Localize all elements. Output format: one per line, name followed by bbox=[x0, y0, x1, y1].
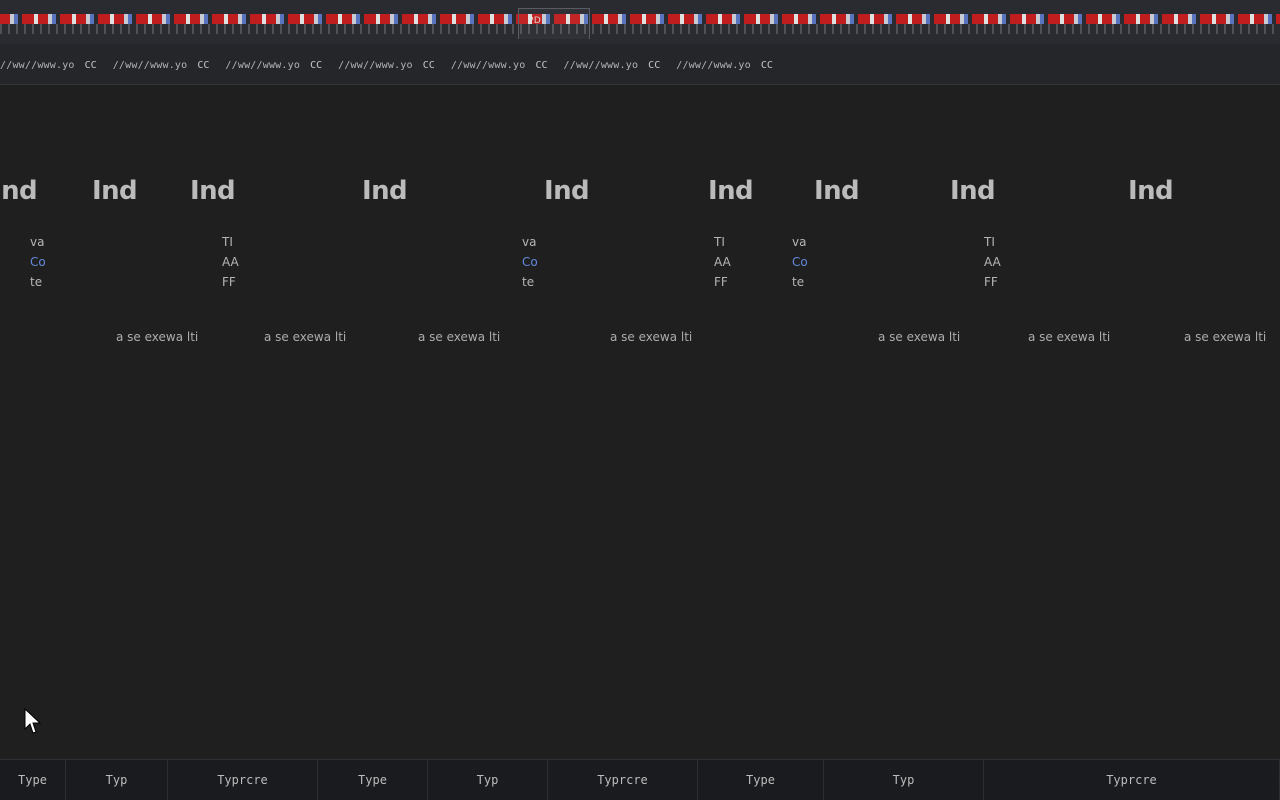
mouse-pointer-icon bbox=[24, 708, 42, 734]
ghost-line-blue: Co bbox=[792, 255, 808, 269]
ghost-line-blue: Co bbox=[30, 255, 46, 269]
ghost-heading: Ind bbox=[814, 176, 860, 206]
ghost-heading: Ind bbox=[0, 176, 38, 206]
taskbar-item[interactable]: Typ bbox=[428, 760, 548, 800]
ghost-lines: va Co te TI AA FF va Co te TI AA FF va C… bbox=[0, 232, 1280, 312]
ghost-col: TI AA FF bbox=[984, 232, 1001, 292]
ghost-col: va Co te bbox=[30, 232, 46, 292]
ghost-bottom-text: a se exewa lti bbox=[116, 330, 199, 344]
ghost-line: FF bbox=[222, 275, 236, 289]
taskbar-item[interactable]: Typrcre bbox=[168, 760, 318, 800]
tab-strip-pattern bbox=[0, 14, 1280, 24]
ghost-col: va Co te bbox=[792, 232, 808, 292]
url-repeat-row: //ww//www.yo CC //ww//www.yo CC //ww//ww… bbox=[0, 56, 773, 74]
ghost-col: TI AA FF bbox=[714, 232, 731, 292]
ghost-line: AA bbox=[222, 255, 239, 269]
ghost-bottom-text: a se exewa lti bbox=[1028, 330, 1111, 344]
taskbar-item-label: Typ bbox=[892, 773, 915, 787]
ghost-heading: Ind bbox=[362, 176, 408, 206]
cc-fragment: CC bbox=[760, 59, 773, 71]
tab-strip[interactable]: PD bbox=[0, 0, 1280, 45]
ghost-heading: Ind bbox=[708, 176, 754, 206]
taskbar-item-label: Typrcre bbox=[597, 773, 648, 787]
taskbar-item[interactable]: Type bbox=[318, 760, 428, 800]
ghost-line: te bbox=[522, 275, 535, 289]
ghost-heading: Ind bbox=[544, 176, 590, 206]
taskbar-row: Type Typ Typrcre Type Typ Typrcre Type T… bbox=[0, 760, 1280, 800]
url-fragment: //ww//www.yo bbox=[112, 59, 188, 71]
ghost-bottom-text: a se exewa lti bbox=[610, 330, 693, 344]
taskbar: Type Typ Typrcre Type Typ Typrcre Type T… bbox=[0, 759, 1280, 800]
cc-fragment: CC bbox=[422, 59, 435, 71]
taskbar-item[interactable]: Type bbox=[698, 760, 824, 800]
url-chunk: //ww//www.yo CC bbox=[338, 60, 435, 71]
url-chunk: //ww//www.yo CC bbox=[676, 60, 773, 71]
cc-fragment: CC bbox=[197, 59, 210, 71]
taskbar-item[interactable]: Type bbox=[0, 760, 66, 800]
ghost-bottom-text: a se exewa lti bbox=[878, 330, 961, 344]
ghost-bottom-text: a se exewa lti bbox=[264, 330, 347, 344]
ghost-line: AA bbox=[984, 255, 1001, 269]
url-chunk: //ww//www.yo CC bbox=[451, 60, 548, 71]
ghost-col: TI AA FF bbox=[222, 232, 239, 292]
active-tab-label: PD bbox=[528, 16, 542, 26]
taskbar-item-label: Type bbox=[18, 773, 47, 787]
ghost-line: va bbox=[522, 235, 537, 249]
ghost-line: te bbox=[792, 275, 805, 289]
cc-fragment: CC bbox=[535, 59, 548, 71]
url-chunk: //ww//www.yo CC bbox=[225, 60, 322, 71]
visual-noise-overlay bbox=[0, 0, 1280, 800]
url-chunk: //ww//www.yo CC bbox=[0, 60, 97, 71]
ghost-bottom-text: a se exewa lti bbox=[418, 330, 501, 344]
url-fragment: //ww//www.yo bbox=[0, 59, 75, 71]
url-fragment: //ww//www.yo bbox=[225, 59, 301, 71]
url-fragment: //ww//www.yo bbox=[563, 59, 639, 71]
ghost-heading: Ind bbox=[1128, 176, 1174, 206]
ghost-line: FF bbox=[984, 275, 998, 289]
ghost-line-blue: Co bbox=[522, 255, 538, 269]
ghost-heading: Ind bbox=[950, 176, 996, 206]
tab-strip-scanline bbox=[0, 24, 1280, 34]
taskbar-item-label: Typrcre bbox=[217, 773, 268, 787]
url-fragment: //ww//www.yo bbox=[450, 59, 526, 71]
taskbar-item[interactable]: Typrcre bbox=[984, 760, 1280, 800]
ghost-line: FF bbox=[714, 275, 728, 289]
ghost-line: TI bbox=[984, 235, 995, 249]
ghost-line: te bbox=[30, 275, 43, 289]
ghost-col: va Co te bbox=[522, 232, 538, 292]
taskbar-item[interactable]: Typ bbox=[66, 760, 168, 800]
screen: PD //ww//www.yo CC //ww//www.yo CC //ww/… bbox=[0, 0, 1280, 800]
url-fragment: //ww//www.yo bbox=[338, 59, 413, 71]
cc-fragment: CC bbox=[310, 59, 323, 71]
url-chunk: //ww//www.yo CC bbox=[113, 60, 210, 71]
ghost-bottom-row: a se exewa lti a se exewa lti a se exewa… bbox=[0, 330, 1280, 352]
ghost-bottom-text: a se exewa lti bbox=[1184, 330, 1267, 344]
ghost-heading-row: Ind Ind Ind Ind Ind Ind Ind Ind Ind bbox=[0, 170, 1280, 210]
taskbar-item-label: Typ bbox=[105, 773, 128, 787]
url-fragment: //ww//www.yo bbox=[676, 59, 751, 71]
ghost-line: TI bbox=[714, 235, 725, 249]
taskbar-item[interactable]: Typ bbox=[824, 760, 984, 800]
taskbar-item[interactable]: Typrcre bbox=[548, 760, 698, 800]
taskbar-item-label: Typ bbox=[476, 773, 499, 787]
ghost-line: AA bbox=[714, 255, 731, 269]
url-chunk: //ww//www.yo CC bbox=[564, 60, 661, 71]
ghost-line: va bbox=[792, 235, 807, 249]
taskbar-item-label: Typrcre bbox=[1106, 773, 1157, 787]
taskbar-item-label: Type bbox=[358, 773, 387, 787]
taskbar-item-label: Type bbox=[746, 773, 775, 787]
ghost-line: TI bbox=[222, 235, 233, 249]
ghost-line: va bbox=[30, 235, 45, 249]
cc-fragment: CC bbox=[84, 59, 97, 71]
ghost-heading: Ind bbox=[190, 176, 236, 206]
cc-fragment: CC bbox=[648, 59, 661, 71]
ghost-heading: Ind bbox=[92, 176, 138, 206]
